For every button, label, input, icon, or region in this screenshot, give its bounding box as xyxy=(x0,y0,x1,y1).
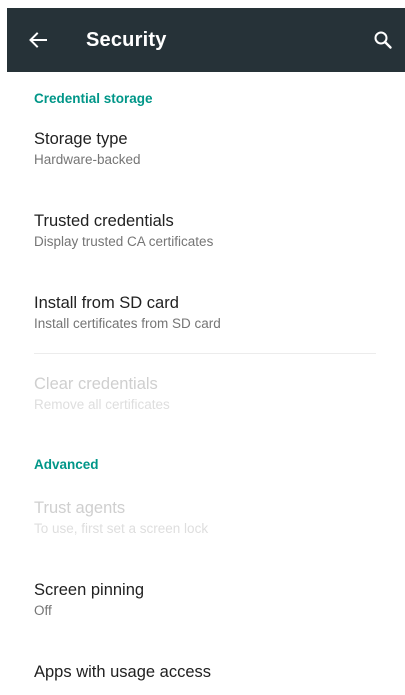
item-label: Screen pinning xyxy=(34,581,145,599)
app-bar: Security xyxy=(7,8,405,72)
item-label: Trust agents xyxy=(34,499,126,517)
item-label: Clear credentials xyxy=(34,375,158,393)
search-icon[interactable] xyxy=(371,28,395,52)
arrow-back-icon[interactable] xyxy=(27,29,49,51)
section-header-credential-storage: Credential storage xyxy=(34,91,153,106)
item-label: Apps with usage access xyxy=(34,663,212,681)
item-summary: Display trusted CA certificates xyxy=(34,234,214,249)
screen-pinning-item[interactable]: Screen pinning Off xyxy=(34,580,394,620)
section-header-advanced: Advanced xyxy=(34,457,99,472)
item-label: Storage type xyxy=(34,130,128,148)
item-summary: Off xyxy=(34,603,52,618)
item-summary: Remove all certificates xyxy=(34,397,170,412)
item-summary: Install certificates from SD card xyxy=(34,316,221,331)
divider xyxy=(34,353,376,354)
clear-credentials-item: Clear credentials Remove all certificate… xyxy=(34,374,394,414)
item-summary: Hardware-backed xyxy=(34,152,141,167)
install-from-sd-card-item[interactable]: Install from SD card Install certificate… xyxy=(34,293,394,333)
trusted-credentials-item[interactable]: Trusted credentials Display trusted CA c… xyxy=(34,211,394,251)
trust-agents-item: Trust agents To use, first set a screen … xyxy=(34,498,394,538)
item-label: Trusted credentials xyxy=(34,212,174,230)
item-label: Install from SD card xyxy=(34,294,179,312)
page-title: Security xyxy=(86,28,167,51)
item-summary: To use, first set a screen lock xyxy=(34,521,209,536)
apps-with-usage-access-item[interactable]: Apps with usage access xyxy=(34,662,394,682)
storage-type-item[interactable]: Storage type Hardware-backed xyxy=(34,129,394,169)
